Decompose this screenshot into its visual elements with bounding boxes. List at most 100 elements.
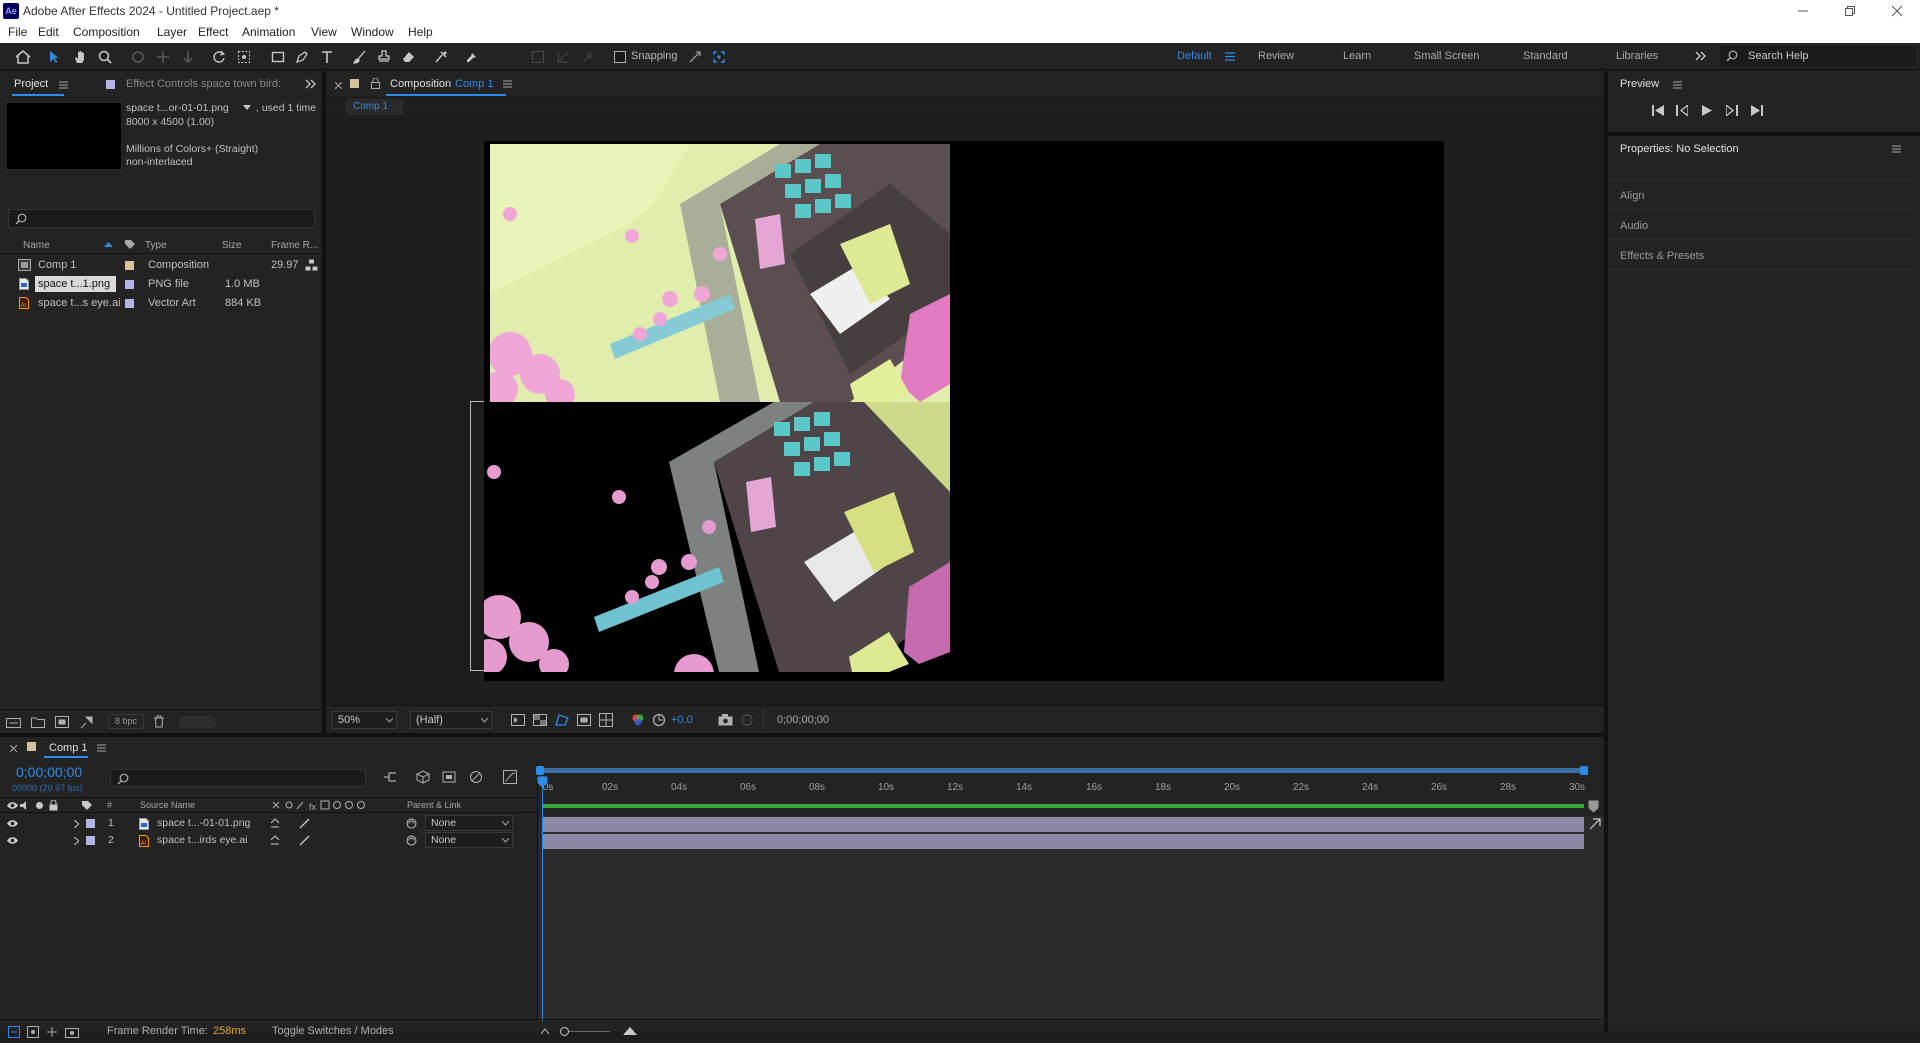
viewer-timecode[interactable]: 0;00;00;00 (777, 714, 829, 726)
label-color-swatch[interactable] (125, 280, 134, 289)
work-area-bar[interactable] (542, 804, 1584, 808)
close-button[interactable] (1874, 0, 1920, 22)
menu-view[interactable]: View (311, 25, 337, 39)
layer-bounds-handle[interactable] (470, 401, 484, 671)
view-axis-button[interactable] (578, 47, 598, 67)
snapping-checkbox[interactable] (614, 51, 626, 63)
project-search-field[interactable] (8, 209, 315, 228)
menu-animation[interactable]: Animation (242, 25, 295, 39)
restore-button[interactable] (1827, 0, 1873, 22)
tab-effect-controls[interactable]: Effect Controls space town bird: (126, 78, 281, 90)
column-size[interactable]: Size (222, 240, 241, 251)
layer-row[interactable]: 1 space t...-01-01.png None (0, 815, 537, 832)
dolly-tool[interactable] (178, 47, 198, 67)
composition-tab-prefix[interactable]: Composition (390, 78, 451, 90)
ruler-label: 24s (1361, 782, 1379, 793)
parent-link-header[interactable]: Parent & Link (407, 800, 461, 810)
bit-depth-button[interactable]: 8 bpc (108, 714, 144, 729)
timeline-zoom-handle[interactable] (560, 1027, 569, 1036)
search-icon (1726, 50, 1738, 62)
audio-section[interactable]: Audio (1620, 220, 1648, 232)
rotate-tool[interactable] (209, 47, 229, 67)
layer-duration-bar[interactable] (542, 817, 1584, 832)
brush-tool[interactable] (350, 47, 370, 67)
menu-layer[interactable]: Layer (157, 25, 187, 39)
anchor-tool[interactable] (234, 47, 254, 67)
label-color-swatch[interactable] (125, 261, 134, 270)
puppet-tool[interactable] (462, 47, 482, 67)
workspace-standard[interactable]: Standard (1523, 50, 1568, 62)
parent-dropdown[interactable]: None (425, 815, 513, 831)
source-name-header[interactable]: Source Name (140, 800, 195, 810)
search-help-field[interactable]: Search Help (1720, 46, 1916, 66)
parent-value: None (431, 817, 457, 829)
effects-presets-section[interactable]: Effects & Presets (1620, 250, 1704, 262)
workspace-review[interactable]: Review (1258, 50, 1294, 62)
layer-duration-bar[interactable] (542, 834, 1584, 849)
pan-tool[interactable] (153, 47, 173, 67)
project-item-row[interactable]: Comp 1 Composition 29.97 (0, 256, 321, 274)
hand-tool[interactable] (70, 47, 90, 67)
resolution-dropdown[interactable]: (Half) (410, 711, 492, 729)
timeline-search-field[interactable] (110, 769, 366, 787)
time-ruler[interactable]: 0s 02s 04s 06s 08s 10s 12s 14s 16s 18s 2… (538, 776, 1588, 796)
type-tool[interactable] (317, 47, 337, 67)
workspace-learn[interactable]: Learn (1343, 50, 1371, 62)
orbit-tool[interactable] (128, 47, 148, 67)
minimize-button[interactable] (1780, 0, 1826, 22)
label-color-swatch[interactable] (86, 819, 95, 828)
local-axis-button[interactable] (528, 47, 548, 67)
selection-tool[interactable] (44, 47, 64, 67)
tab-project[interactable]: Project (14, 78, 48, 90)
roto-brush-tool[interactable] (431, 47, 451, 67)
pen-tool[interactable] (292, 47, 312, 67)
ruler-label: 16s (1085, 782, 1103, 793)
home-button[interactable] (13, 47, 33, 67)
composition-tab-name[interactable]: Comp 1 (455, 78, 494, 90)
navigator-end-handle[interactable] (1580, 766, 1588, 775)
timeline-tab[interactable]: Comp 1 (49, 742, 88, 754)
timeline-panel: Comp 1 0;00;00;00 00000 (29.97 fps) # So… (0, 737, 1604, 1038)
world-axis-button[interactable] (553, 47, 573, 67)
label-color-swatch[interactable] (125, 299, 134, 308)
column-frame-rate[interactable]: Frame R... (271, 240, 318, 251)
time-navigator[interactable] (538, 768, 1586, 773)
project-item-row[interactable]: space t...1.png PNG file 1.0 MB (0, 275, 321, 293)
menu-edit[interactable]: Edit (38, 25, 59, 39)
workspace-menu-icon[interactable] (1225, 52, 1235, 61)
project-item-row[interactable]: Ai space t...s eye.ai Vector Art 884 KB (0, 294, 321, 312)
menu-composition[interactable]: Composition (73, 25, 140, 39)
more-workspaces-icon[interactable] (1695, 50, 1707, 62)
current-time[interactable]: 0;00;00;00 (16, 764, 82, 780)
zoom-dropdown[interactable]: 50% (332, 711, 397, 729)
workspace-default[interactable]: Default (1177, 50, 1212, 62)
menu-file[interactable]: File (8, 25, 27, 39)
label-color-swatch[interactable] (86, 836, 95, 845)
snap-features-button[interactable] (709, 47, 729, 67)
toggle-switches-modes[interactable]: Toggle Switches / Modes (272, 1025, 394, 1037)
rectangle-tool[interactable] (268, 47, 288, 67)
column-type[interactable]: Type (145, 240, 167, 251)
column-name[interactable]: Name (23, 240, 50, 251)
lock-icon (49, 800, 58, 811)
time-graph[interactable]: 0s 02s 04s 06s 08s 10s 12s 14s 16s 18s 2… (536, 759, 1604, 1021)
layer-name: space t...-01-01.png (157, 817, 251, 829)
thumbnail-size-slider[interactable] (178, 716, 216, 728)
zoom-tool[interactable] (95, 47, 115, 67)
navigator-start-handle[interactable] (536, 766, 544, 775)
snap-edges-button[interactable] (685, 47, 705, 67)
comp-subtab-label[interactable]: Comp 1 (353, 101, 388, 112)
comp-viewer-canvas-right[interactable] (970, 141, 1444, 681)
workspace-small-screen[interactable]: Small Screen (1414, 50, 1479, 62)
playhead-line[interactable] (542, 776, 543, 1021)
layer-row[interactable]: 2 Ai space t...irds eye.ai None (0, 832, 537, 849)
menu-window[interactable]: Window (351, 25, 394, 39)
clone-stamp-tool[interactable] (374, 47, 394, 67)
eraser-tool[interactable] (398, 47, 418, 67)
exposure-value[interactable]: +0.0 (671, 714, 693, 726)
align-section[interactable]: Align (1620, 190, 1644, 202)
parent-dropdown[interactable]: None (425, 832, 513, 848)
menu-effect[interactable]: Effect (198, 25, 228, 39)
menu-help[interactable]: Help (408, 25, 433, 39)
workspace-libraries[interactable]: Libraries (1616, 50, 1658, 62)
